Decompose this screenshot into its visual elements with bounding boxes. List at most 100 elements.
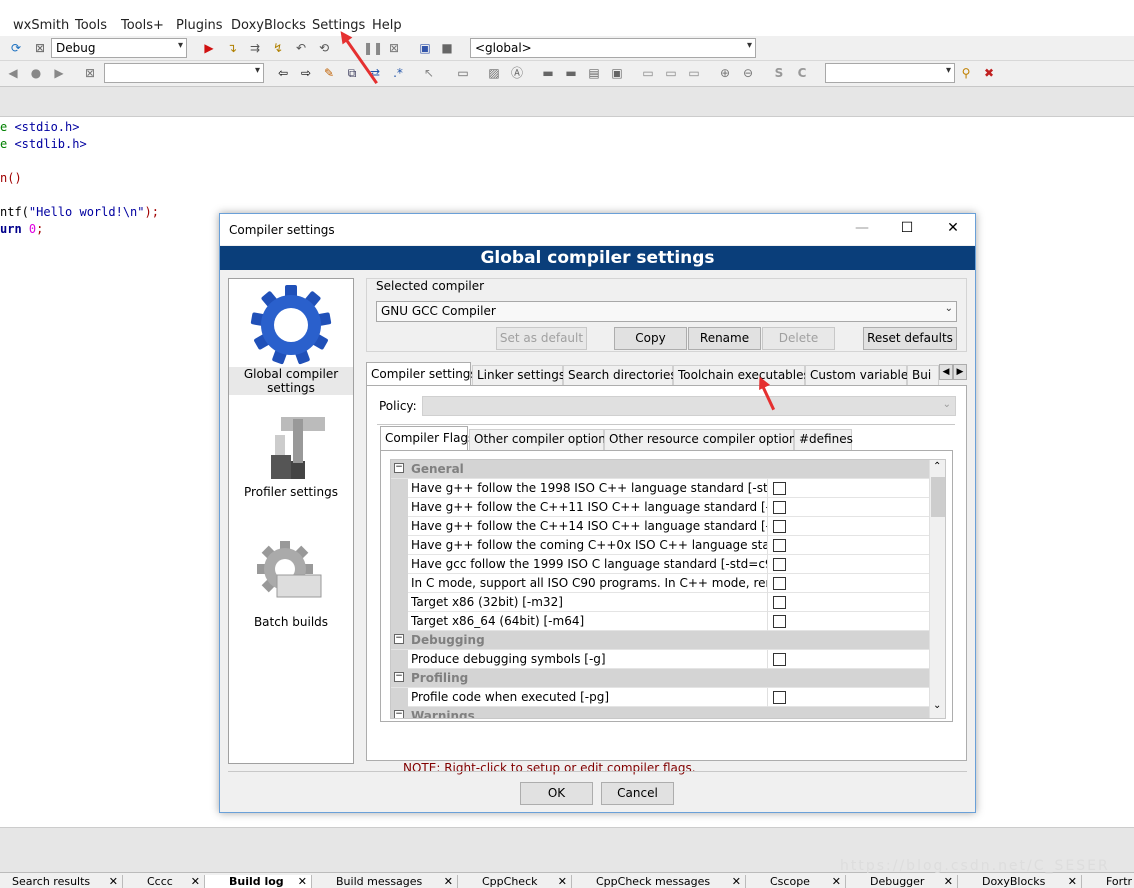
flag-category-row[interactable]: − Debugging (391, 631, 929, 650)
delete-button[interactable]: Delete (762, 327, 835, 350)
tab-build-log[interactable]: Build log ✕ (205, 875, 312, 888)
menu-wxsmith[interactable]: wxSmith (13, 18, 69, 33)
build-target-select[interactable]: Debug ▾ (51, 38, 187, 58)
minimize-icon[interactable]: — (847, 220, 877, 236)
symbol-search-combo[interactable]: ▾ (825, 63, 955, 83)
flag-category-row[interactable]: − Profiling (391, 669, 929, 688)
maximize-icon[interactable]: ☐ (892, 220, 922, 236)
pointer-icon[interactable]: ↖ (421, 66, 437, 80)
flag-category-row[interactable]: − Warnings (391, 707, 929, 718)
bookmark-icon[interactable]: ● (28, 66, 44, 80)
arrow-right-icon[interactable]: ⇨ (298, 66, 314, 80)
search-combo[interactable]: ▾ (104, 63, 264, 83)
zoom-in-icon[interactable]: ⊕ (717, 66, 733, 80)
step-into-icon[interactable]: ↯ (270, 41, 286, 55)
step-out-icon[interactable]: ↶ (293, 41, 309, 55)
tab-cscope[interactable]: Cscope ✕ (746, 875, 846, 888)
tab-search-directories[interactable]: Search directories (563, 365, 677, 386)
menu-tools[interactable]: Tools (75, 18, 107, 33)
highlight-icon[interactable]: ✎ (321, 66, 337, 80)
next-line-icon[interactable]: ⇉ (247, 41, 263, 55)
close-icon[interactable]: ✕ (298, 875, 307, 888)
compiler-select[interactable]: GNU GCC Compiler ⌄ (376, 301, 957, 322)
run-to-cursor-icon[interactable]: ↴ (224, 41, 240, 55)
refresh-icon[interactable]: ⟳ (8, 41, 24, 55)
clear-icon[interactable]: ⊠ (82, 66, 98, 80)
category-batch-builds[interactable]: Batch builds (229, 535, 353, 629)
scroll-down-icon[interactable]: ⌄ (933, 700, 941, 711)
tab-cppcheck-messages[interactable]: CppCheck messages ✕ (572, 875, 746, 888)
select-icon[interactable]: ⧉ (344, 66, 360, 80)
close-icon[interactable]: ✕ (191, 875, 200, 888)
category-profiler[interactable]: Profiler settings (229, 405, 353, 499)
c-icon[interactable]: C (794, 66, 810, 80)
tab-fortran[interactable]: Fortr (1082, 875, 1134, 888)
tab-search-results[interactable]: Search results ✕ (0, 875, 123, 888)
flag-checkbox[interactable] (773, 577, 786, 590)
flag-row[interactable]: Target x86_64 (64bit) [-m64] (391, 612, 929, 631)
flag-row[interactable]: In C mode, support all ISO C90 programs.… (391, 574, 929, 593)
category-global-compiler[interactable]: Global compiler settings (229, 283, 353, 395)
flag-row[interactable]: Profile code when executed [-pg] (391, 688, 929, 707)
image-icon[interactable]: ▨ (486, 66, 502, 80)
flags-scrollbar[interactable]: ⌃ ⌄ (929, 460, 945, 718)
flag-checkbox[interactable] (773, 596, 786, 609)
stop-icon[interactable]: ⊠ (386, 41, 402, 55)
collapse-icon[interactable]: − (394, 463, 404, 473)
policy-select[interactable]: ⌄ (422, 396, 956, 416)
tab-debugger[interactable]: Debugger ✕ (846, 875, 958, 888)
bookmark-prev-icon[interactable]: ◀ (5, 66, 21, 80)
tab-build-options[interactable]: Bui (907, 365, 939, 386)
flag-row[interactable]: Have g++ follow the C++11 ISO C++ langua… (391, 498, 929, 517)
flag-checkbox[interactable] (773, 539, 786, 552)
tab-linker-settings[interactable]: Linker settings (472, 365, 565, 386)
flag-checkbox[interactable] (773, 653, 786, 666)
tab-scroll-right-icon[interactable]: ▶ (953, 364, 967, 380)
tab-defines[interactable]: #defines (794, 429, 853, 450)
flag-checkbox[interactable] (773, 558, 786, 571)
text-box-icon[interactable]: Ⓐ (509, 66, 525, 80)
scroll-up-icon[interactable]: ⌃ (933, 461, 941, 472)
scroll-thumb[interactable] (931, 477, 945, 517)
flag-checkbox[interactable] (773, 501, 786, 514)
shape-a-icon[interactable]: ▭ (640, 66, 656, 80)
close-icon[interactable]: ✕ (938, 220, 968, 236)
menu-plugins[interactable]: Plugins (176, 18, 223, 33)
debug-windows-icon[interactable]: ▣ (417, 41, 433, 55)
close-icon[interactable]: ✕ (558, 875, 567, 888)
rect-icon[interactable]: ▭ (455, 66, 471, 80)
menu-help[interactable]: Help (372, 18, 402, 33)
collapse-icon[interactable]: − (394, 710, 404, 718)
tab-cccc[interactable]: Cccc ✕ (123, 875, 205, 888)
flag-category-row[interactable]: − General (391, 460, 929, 479)
flag-row[interactable]: Have g++ follow the C++14 ISO C++ langua… (391, 517, 929, 536)
abort-icon[interactable]: ⊠ (32, 41, 48, 55)
flag-checkbox[interactable] (773, 482, 786, 495)
flag-row[interactable]: Have gcc follow the 1999 ISO C language … (391, 555, 929, 574)
tab-compiler-flags[interactable]: Compiler Flags (380, 426, 474, 450)
tab-compiler-settings[interactable]: Compiler settings (366, 362, 477, 386)
rename-button[interactable]: Rename (688, 327, 761, 350)
tab-cppcheck[interactable]: CppCheck ✕ (458, 875, 572, 888)
s-icon[interactable]: S (771, 66, 787, 80)
search-icon[interactable]: ⚲ (958, 66, 974, 80)
close-icon[interactable]: ✕ (444, 875, 453, 888)
close-icon[interactable]: ✕ (944, 875, 953, 888)
collapse-icon[interactable]: − (394, 634, 404, 644)
tab-other-compiler-options[interactable]: Other compiler options (469, 429, 612, 450)
flag-checkbox[interactable] (773, 615, 786, 628)
close-icon[interactable]: ✕ (832, 875, 841, 888)
menu-tools-plus[interactable]: Tools+ (121, 18, 164, 33)
tab-toolchain-executables[interactable]: Toolchain executables (673, 365, 810, 386)
zoom-out-icon[interactable]: ⊖ (740, 66, 756, 80)
flag-row[interactable]: Target x86 (32bit) [-m32] (391, 593, 929, 612)
flag-row[interactable]: Produce debugging symbols [-g] (391, 650, 929, 669)
arrow-left-icon[interactable]: ⇦ (275, 66, 291, 80)
ok-button[interactable]: OK (520, 782, 593, 805)
cancel-button[interactable]: Cancel (601, 782, 674, 805)
layout-d-icon[interactable]: ▣ (609, 66, 625, 80)
shape-c-icon[interactable]: ▭ (686, 66, 702, 80)
close-icon[interactable]: ✕ (732, 875, 741, 888)
layout-a-icon[interactable]: ▬ (540, 66, 556, 80)
bookmark-next-icon[interactable]: ▶ (51, 66, 67, 80)
